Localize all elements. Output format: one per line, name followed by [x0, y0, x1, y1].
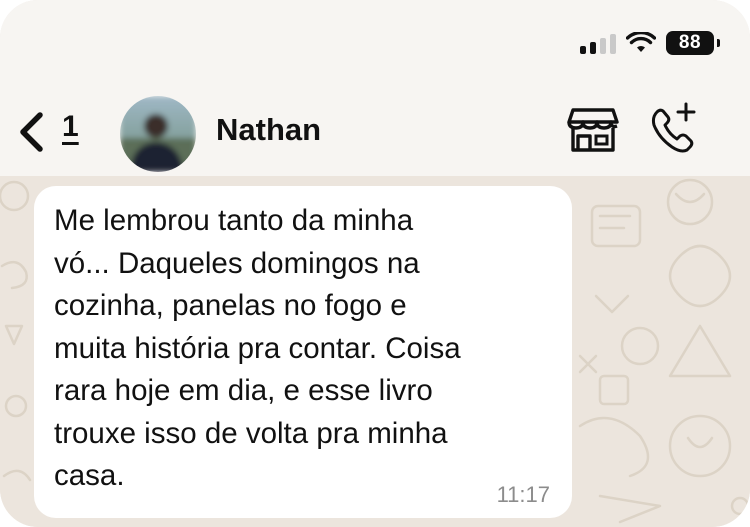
signal-bar: [580, 46, 586, 54]
contact-name[interactable]: Nathan: [216, 112, 321, 148]
message-line: rara hoje em dia, e esse livro: [54, 374, 433, 407]
message-line: Me lembrou tanto da minha: [54, 204, 414, 237]
cellular-signal-icon: [580, 32, 616, 54]
chevron-left-icon[interactable]: [14, 110, 50, 154]
avatar[interactable]: [120, 96, 196, 172]
message-line: casa.: [54, 459, 125, 492]
message-line: cozinha, panelas no fogo e: [54, 289, 407, 322]
message-line: muita história pra contar. Coisa: [54, 331, 461, 365]
signal-bar: [600, 38, 606, 54]
message-line: vó... Daqueles domingos na: [54, 246, 420, 280]
phone-add-icon[interactable]: [648, 102, 698, 156]
message-timestamp: 11:17: [496, 482, 550, 507]
store-icon[interactable]: [566, 106, 620, 154]
top-bar: 88 1 Nathan: [0, 0, 750, 176]
signal-bar: [610, 34, 616, 54]
chat-area[interactable]: Me lembrou tanto da minha vó... Daqueles…: [0, 176, 750, 527]
chat-header: 1 Nathan: [0, 82, 750, 178]
status-bar: 88: [580, 30, 720, 56]
phone-screen: 88 1 Nathan Me lembrou tanto da minha vó…: [0, 0, 750, 527]
avatar-photo: [120, 96, 196, 172]
message-line: trouxe isso de volta pra minha: [54, 416, 448, 450]
wifi-icon: [626, 32, 656, 52]
battery-level: 88: [678, 32, 702, 53]
message-text: Me lembrou tanto da minha vó... Daqueles…: [54, 200, 552, 498]
unread-count[interactable]: 1: [62, 110, 79, 144]
signal-bar: [590, 42, 596, 54]
battery-icon: 88: [666, 31, 720, 55]
message-bubble[interactable]: Me lembrou tanto da minha vó... Daqueles…: [34, 186, 572, 518]
